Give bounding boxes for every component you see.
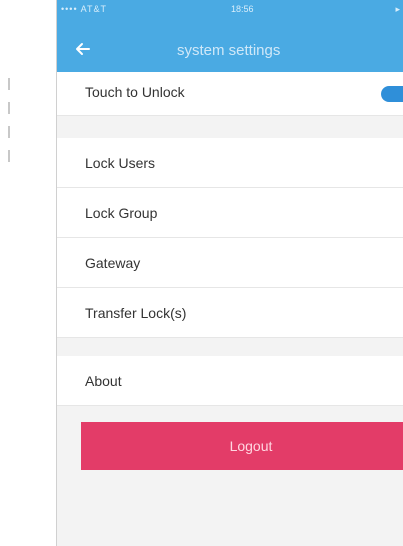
status-bar: •••• AT&T 18:56 ▸: [57, 0, 403, 28]
side-mark: [8, 126, 10, 138]
touch-to-unlock-label: Touch to Unlock: [85, 84, 185, 100]
settings-content: Touch to Unlock Lock Users Lock Group Ga…: [57, 72, 403, 546]
carrier-label: •••• AT&T: [61, 4, 107, 14]
section-gap: [57, 338, 403, 356]
settings-item-gateway[interactable]: Gateway: [57, 238, 403, 288]
status-time: 18:56: [231, 4, 254, 14]
side-mark: [8, 150, 10, 162]
side-mark: [8, 102, 10, 114]
screenshot-page: •••• AT&T 18:56 ▸ system settings Touch …: [0, 0, 403, 546]
phone-screen: •••• AT&T 18:56 ▸ system settings Touch …: [56, 0, 403, 546]
touch-to-unlock-row: Touch to Unlock: [57, 72, 403, 116]
logout-section: Logout: [57, 422, 403, 482]
side-mark: [8, 78, 10, 90]
page-title: system settings: [177, 42, 281, 59]
section-gap: [57, 116, 403, 138]
side-marks: [6, 78, 14, 188]
settings-item-transfer-locks[interactable]: Transfer Lock(s): [57, 288, 403, 338]
lock-users-label: Lock Users: [85, 155, 156, 171]
settings-item-lock-group[interactable]: Lock Group: [57, 188, 403, 238]
logout-button[interactable]: Logout: [81, 422, 403, 470]
battery-indicator: ▸: [395, 4, 400, 14]
settings-item-lock-users[interactable]: Lock Users: [57, 138, 403, 188]
about-label: About: [85, 373, 122, 389]
settings-item-about[interactable]: About: [57, 356, 403, 406]
header-bar: system settings: [57, 28, 403, 72]
touch-to-unlock-toggle[interactable]: [381, 86, 403, 102]
arrow-left-icon[interactable]: [71, 36, 97, 62]
gateway-label: Gateway: [85, 255, 141, 271]
transfer-locks-label: Transfer Lock(s): [85, 305, 187, 321]
lock-group-label: Lock Group: [85, 205, 158, 221]
